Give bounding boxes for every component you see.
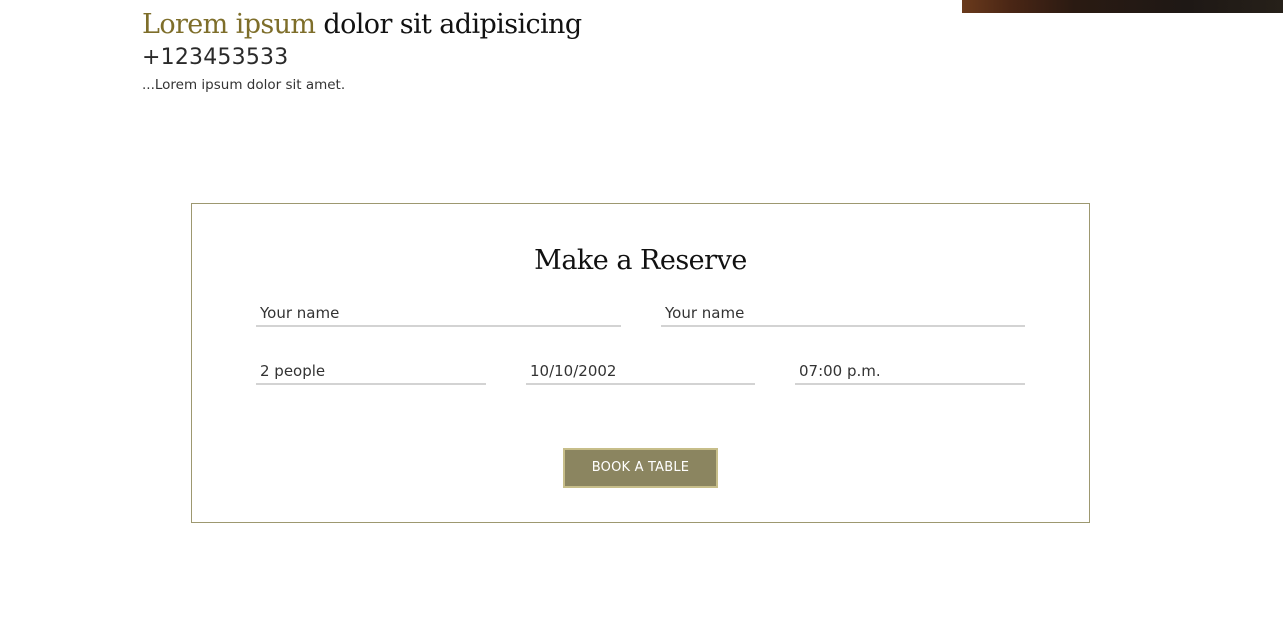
name-input[interactable]: [256, 301, 625, 325]
time-input[interactable]: [795, 359, 1029, 383]
page-title: Lorem ipsum dolor sit adipisicing: [142, 6, 582, 44]
hero-image: [962, 0, 1283, 13]
second-name-input[interactable]: [661, 301, 1029, 325]
people-field-container: [256, 359, 490, 385]
time-field-container: [795, 359, 1029, 385]
date-input[interactable]: [526, 359, 759, 383]
phone-number: +123453533: [142, 45, 289, 70]
people-input[interactable]: [256, 359, 490, 383]
page-title-accent: Lorem ipsum: [142, 9, 316, 40]
date-field-container: [526, 359, 759, 385]
name-field-container: [256, 301, 625, 327]
tagline: ...Lorem ipsum dolor sit amet.: [142, 77, 346, 93]
reservation-title: Make a Reserve: [534, 245, 747, 276]
page-title-rest: dolor sit adipisicing: [315, 9, 582, 40]
reservation-form: Make a Reserve BOOK A TABLE: [191, 203, 1090, 523]
book-table-button[interactable]: BOOK A TABLE: [563, 448, 718, 488]
second-name-field-container: [661, 301, 1029, 327]
